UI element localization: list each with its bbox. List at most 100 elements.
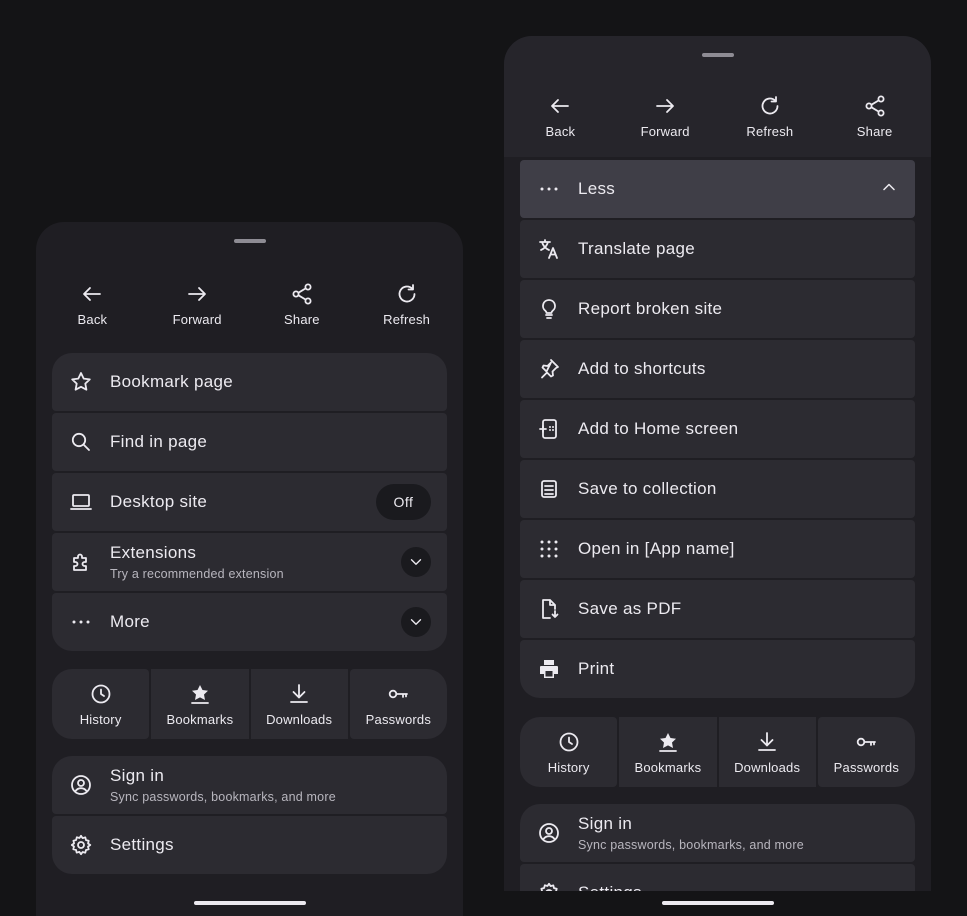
save-as-pdf-label: Save as PDF [578, 599, 682, 618]
account-circle-icon [71, 775, 91, 795]
menu-list: Less Translate page Report broken site A… [520, 160, 915, 700]
sign-in-label: Sign in [110, 766, 165, 785]
save-pdf-icon [542, 599, 559, 619]
settings-item[interactable]: Settings [520, 864, 915, 891]
bookmark-page-label: Bookmark page [110, 372, 233, 391]
share-button[interactable]: Share [250, 282, 354, 342]
extensions-item[interactable]: Extensions Try a recommended extension [52, 533, 447, 591]
gear-icon [540, 882, 558, 891]
back-button[interactable]: Back [508, 94, 612, 157]
open-in-app-label: Open in [App name] [578, 539, 735, 558]
extensions-expand-button[interactable] [401, 547, 431, 577]
bookmark-star-icon [190, 684, 209, 704]
sign-in-item[interactable]: Sign in Sync passwords, bookmarks, and m… [52, 756, 447, 814]
home-indicator[interactable] [662, 901, 774, 905]
chevron-down-icon [410, 559, 422, 565]
more-item[interactable]: More [52, 593, 447, 651]
print-item[interactable]: Print [520, 640, 915, 698]
clock-icon [91, 684, 111, 703]
lightbulb-icon [542, 299, 556, 319]
bookmarks-button[interactable]: Bookmarks [151, 669, 249, 739]
desktop-site-item[interactable]: Desktop site Off [52, 473, 447, 531]
downloads-button[interactable]: Downloads [718, 717, 816, 787]
save-as-pdf-item[interactable]: Save as PDF [520, 580, 915, 638]
add-to-shortcuts-label: Add to shortcuts [578, 359, 706, 378]
settings-item[interactable]: Settings [52, 816, 447, 874]
settings-label: Settings [578, 883, 899, 891]
gear-icon [70, 834, 92, 856]
collection-icon [541, 480, 557, 498]
open-in-app-item[interactable]: Open in [App name] [520, 520, 915, 578]
history-button[interactable]: History [52, 669, 150, 739]
menu-sheet-expanded: Back Forward Refresh Share Less Translat… [504, 36, 931, 891]
save-to-collection-label: Save to collection [578, 479, 717, 498]
laptop-icon [70, 494, 92, 510]
more-expand-button[interactable] [401, 607, 431, 637]
key-icon [857, 737, 877, 746]
forward-label: Forward [640, 124, 690, 139]
drag-handle[interactable] [701, 53, 734, 57]
report-broken-site-item[interactable]: Report broken site [520, 280, 915, 338]
translate-page-item[interactable]: Translate page [520, 220, 915, 278]
drag-handle[interactable] [233, 239, 266, 243]
passwords-label: Passwords [365, 711, 432, 727]
refresh-button[interactable]: Refresh [718, 94, 822, 157]
share-button[interactable]: Share [823, 94, 927, 157]
save-to-collection-item[interactable]: Save to collection [520, 460, 915, 518]
extensions-label: Extensions [110, 543, 197, 562]
back-button[interactable]: Back [40, 282, 144, 342]
translate-page-label: Translate page [578, 239, 695, 258]
quick-actions-row: History Bookmarks Downloads Passwords [52, 669, 447, 739]
desktop-site-toggle[interactable]: Off [376, 484, 431, 520]
collapse-button[interactable] [879, 177, 899, 202]
search-icon [71, 432, 90, 451]
print-label: Print [578, 659, 615, 678]
quick-actions-row: History Bookmarks Downloads Passwords [520, 717, 915, 787]
extensions-sublabel: Try a recommended extension [110, 567, 284, 581]
bookmarks-button[interactable]: Bookmarks [619, 717, 717, 787]
downloads-label: Downloads [734, 759, 801, 775]
nav-toolbar: Back Forward Refresh Share [504, 94, 931, 157]
forward-button[interactable]: Forward [145, 282, 249, 342]
share-label: Share [284, 312, 320, 327]
sign-in-item[interactable]: Sign in Sync passwords, bookmarks, and m… [520, 804, 915, 862]
add-to-home-screen-label: Add to Home screen [578, 419, 739, 438]
bookmarks-label: Bookmarks [634, 759, 702, 775]
menu-sheet-collapsed: Back Forward Share Refresh Bookmark page… [36, 222, 463, 916]
key-icon [389, 689, 409, 698]
refresh-button[interactable]: Refresh [355, 282, 459, 342]
passwords-label: Passwords [833, 759, 900, 775]
add-to-home-screen-item[interactable]: Add to Home screen [520, 400, 915, 458]
pin-icon [541, 359, 559, 379]
printer-icon [540, 660, 558, 678]
forward-label: Forward [172, 312, 222, 327]
add-to-shortcuts-item[interactable]: Add to shortcuts [520, 340, 915, 398]
less-label: Less [578, 179, 616, 198]
passwords-button[interactable]: Passwords [349, 669, 447, 739]
translate-icon [539, 239, 558, 259]
nav-toolbar: Back Forward Share Refresh [36, 282, 463, 342]
find-in-page-label: Find in page [110, 432, 208, 451]
sign-in-label: Sign in [578, 814, 633, 833]
refresh-icon [761, 96, 779, 115]
bookmark-page-item[interactable]: Bookmark page [52, 353, 447, 411]
account-list: Sign in Sync passwords, bookmarks, and m… [52, 756, 447, 876]
desktop-site-label: Desktop site [110, 492, 208, 511]
less-item[interactable]: Less [520, 160, 915, 218]
history-button[interactable]: History [520, 717, 618, 787]
passwords-button[interactable]: Passwords [817, 717, 915, 787]
find-in-page-item[interactable]: Find in page [52, 413, 447, 471]
refresh-label: Refresh [746, 124, 794, 139]
puzzle-icon [73, 553, 87, 571]
home-indicator[interactable] [194, 901, 306, 905]
arrow-left-icon [83, 287, 102, 301]
downloads-button[interactable]: Downloads [250, 669, 348, 739]
share-label: Share [856, 124, 893, 139]
bookmark-star-icon [658, 732, 677, 752]
back-label: Back [545, 124, 576, 139]
refresh-label: Refresh [383, 312, 431, 327]
settings-label: Settings [110, 835, 174, 854]
forward-button[interactable]: Forward [613, 94, 717, 157]
grid-dots-icon [540, 540, 558, 558]
account-circle-icon [539, 823, 559, 843]
